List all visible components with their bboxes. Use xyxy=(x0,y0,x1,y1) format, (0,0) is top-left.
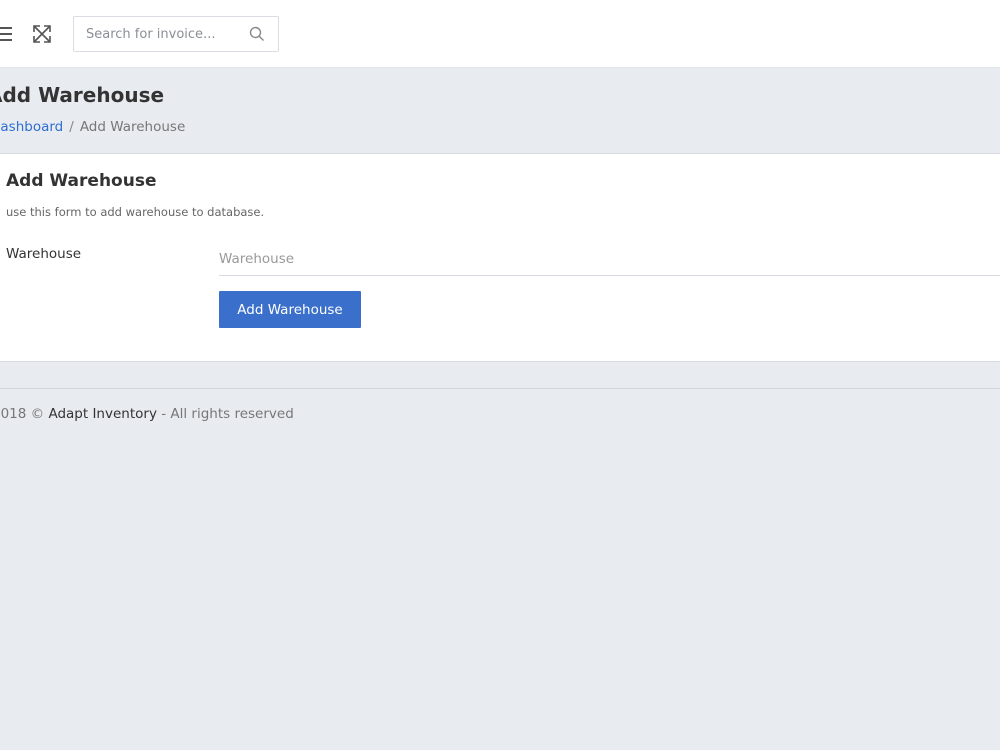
search-icon[interactable] xyxy=(249,26,265,42)
page-header: Add Warehouse Dashboard / Add Warehouse xyxy=(0,68,1000,154)
breadcrumb-current: Add Warehouse xyxy=(79,119,186,135)
footer-divider xyxy=(0,388,1000,389)
page-title: Add Warehouse xyxy=(0,83,165,107)
breadcrumb-separator: / xyxy=(69,119,74,135)
breadcrumb-dashboard-link[interactable]: Dashboard xyxy=(0,119,63,135)
search-input[interactable] xyxy=(74,17,239,51)
footer-rights: - All rights reserved xyxy=(161,406,294,422)
top-navbar xyxy=(0,0,1000,68)
card-subtitle: use this form to add warehouse to databa… xyxy=(6,205,265,219)
footer-copyright: 2018 © xyxy=(0,406,45,422)
add-warehouse-button[interactable]: Add Warehouse xyxy=(219,291,361,328)
menu-icon[interactable] xyxy=(0,26,12,42)
footer-brand: Adapt Inventory xyxy=(48,406,157,422)
warehouse-label: Warehouse xyxy=(6,246,82,262)
expand-icon[interactable] xyxy=(31,23,53,45)
footer: 2018 © Adapt Inventory - All rights rese… xyxy=(0,406,294,422)
add-warehouse-card: Add Warehouse use this form to add wareh… xyxy=(0,154,1000,362)
breadcrumb: Dashboard / Add Warehouse xyxy=(0,119,185,135)
card-title: Add Warehouse xyxy=(6,171,157,191)
search-box xyxy=(73,16,279,52)
warehouse-input[interactable] xyxy=(219,242,1000,276)
